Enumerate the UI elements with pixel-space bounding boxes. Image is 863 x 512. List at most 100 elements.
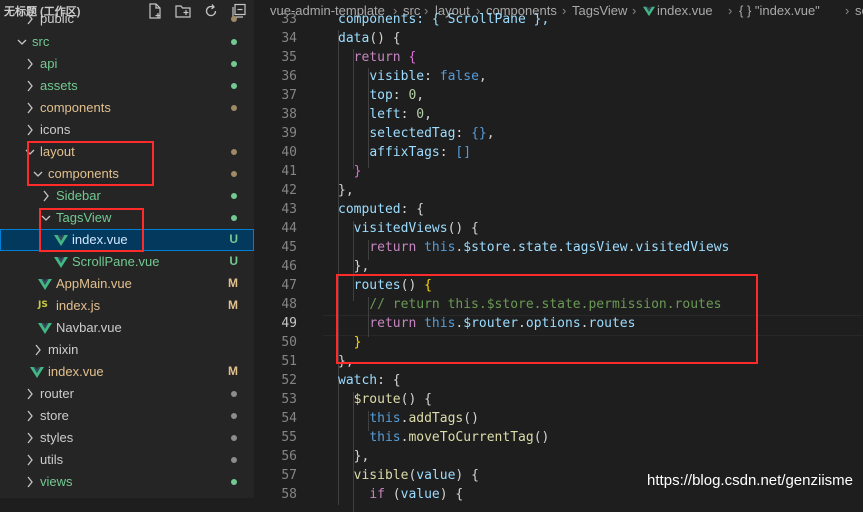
code-line: 38 left: 0,: [254, 106, 863, 125]
chevron-down-icon: [25, 149, 35, 155]
line-number: 52: [281, 373, 297, 388]
tree-folder[interactable]: components: [0, 163, 254, 185]
tree-item-label: Sidebar: [56, 188, 101, 203]
tree-folder[interactable]: Sidebar: [0, 185, 254, 207]
tree-item-label: components: [40, 100, 111, 115]
chevron-right-icon: [27, 476, 33, 488]
code-text: },: [353, 259, 370, 274]
line-number: 37: [281, 88, 297, 103]
tree-file[interactable]: JS index.js M: [0, 295, 254, 317]
code-text: this.addTags(): [369, 411, 479, 426]
tree-folder[interactable]: public: [0, 8, 254, 30]
code-line: 43 computed: {: [254, 201, 863, 220]
chevron-down-icon: [33, 171, 43, 177]
tree-folder[interactable]: store: [0, 405, 254, 427]
tree-item-label: src: [32, 34, 50, 49]
chevron-right-icon: [27, 432, 33, 444]
tree-folder[interactable]: assets: [0, 75, 254, 97]
line-number: 53: [281, 392, 297, 407]
tree-file[interactable]: index.vue U: [0, 229, 254, 251]
code-line: 49 return this.$router.options.routes: [254, 315, 863, 334]
tree-item-label: index.vue: [48, 364, 104, 379]
tree-folder[interactable]: mixin: [0, 339, 254, 361]
chevron-right-icon: [43, 190, 49, 202]
code-text: },: [338, 354, 354, 369]
tree-folder[interactable]: api: [0, 53, 254, 75]
line-number: 35: [281, 50, 297, 65]
git-status-dot: [231, 149, 237, 155]
chevron-right-icon: [27, 410, 33, 422]
tree-folder[interactable]: views: [0, 471, 254, 493]
git-status-dot: [231, 215, 237, 221]
chevron-right-icon: [27, 124, 33, 136]
tree-folder[interactable]: TagsView: [0, 207, 254, 229]
git-status-dot: [231, 435, 237, 441]
code-line: 56},: [254, 448, 863, 467]
git-status-dot: [231, 105, 237, 111]
git-status-badge: M: [228, 276, 238, 290]
code-text: selectedTag: {},: [369, 126, 495, 141]
line-number: 34: [281, 31, 297, 46]
editor-pane: vue-admin-template src layout components Tag…: [254, 0, 863, 512]
line-number: 39: [281, 126, 297, 141]
code-text: top: 0,: [369, 88, 425, 103]
js-file-icon: JS: [38, 300, 48, 310]
code-line-top: 33 components: { ScrollPane },: [254, 11, 863, 30]
code-text: },: [353, 449, 370, 464]
explorer-pane: 无标题 (工作区) public src api assets components ic…: [0, 0, 254, 498]
line-number: 44: [281, 221, 297, 236]
code-line: 50}: [254, 334, 863, 353]
tree-file[interactable]: index.vue M: [0, 361, 254, 383]
tree-file[interactable]: AppMain.vue M: [0, 273, 254, 295]
code-line: 45 return this.$store.state.tagsView.visi…: [254, 239, 863, 258]
tree-folder[interactable]: components: [0, 97, 254, 119]
watermark: https://blog.csdn.net/genziisme: [647, 472, 853, 489]
chevron-down-icon: [17, 39, 27, 45]
code-text: computed: {: [338, 202, 425, 217]
tree-item-label: styles: [40, 430, 74, 445]
chevron-down-icon: [41, 215, 51, 221]
tree-folder[interactable]: icons: [0, 119, 254, 141]
code-text: // return this.$store.state.permission.r…: [369, 297, 722, 312]
code-text: return this.$router.options.routes: [369, 316, 636, 331]
vue-file-icon: [38, 279, 52, 290]
git-status-dot: [231, 391, 237, 397]
tree-file[interactable]: ScrollPane.vue U: [0, 251, 254, 273]
vue-file-icon: [54, 257, 68, 268]
line-number: 33: [281, 12, 297, 27]
chevron-right-icon: [27, 58, 33, 70]
chevron-right-icon: [35, 344, 41, 356]
chevron-right-icon: [27, 13, 33, 25]
code-text: components: { ScrollPane },: [338, 12, 550, 27]
line-number: 57: [281, 468, 297, 483]
tree-item-label: ScrollPane.vue: [72, 254, 160, 269]
tree-item-label: icons: [40, 122, 71, 137]
code-text: affixTags: []: [369, 145, 472, 160]
code-line: 54 this.addTags(): [254, 410, 863, 429]
tree-folder[interactable]: layout: [0, 141, 254, 163]
line-number: 43: [281, 202, 297, 217]
git-status-dot: [231, 457, 237, 463]
tree-folder[interactable]: src: [0, 31, 254, 53]
git-status-dot: [231, 39, 237, 45]
line-number: 47: [281, 278, 297, 293]
tree-folder[interactable]: utils: [0, 449, 254, 471]
tree-item-label: TagsView: [56, 210, 112, 225]
code-text: visitedViews() {: [353, 221, 479, 236]
chevron-right-icon: [27, 388, 33, 400]
tree-item-label: components: [48, 166, 119, 181]
code-text: visible(value) {: [353, 468, 479, 483]
tree-file[interactable]: Navbar.vue: [0, 317, 254, 339]
line-number: 40: [281, 145, 297, 160]
tree-folder[interactable]: styles: [0, 427, 254, 449]
chevron-right-icon: [27, 454, 33, 466]
tree-item-label: api: [40, 56, 58, 71]
line-number: 48: [281, 297, 297, 312]
tree-folder[interactable]: router: [0, 383, 254, 405]
code-text: this.moveToCurrentTag(): [369, 430, 550, 445]
code-line: 55 this.moveToCurrentTag(): [254, 429, 863, 448]
line-number: 58: [281, 487, 297, 502]
line-number: 51: [281, 354, 297, 369]
vue-file-icon: [54, 235, 68, 246]
chevron-right-icon: [27, 102, 33, 114]
